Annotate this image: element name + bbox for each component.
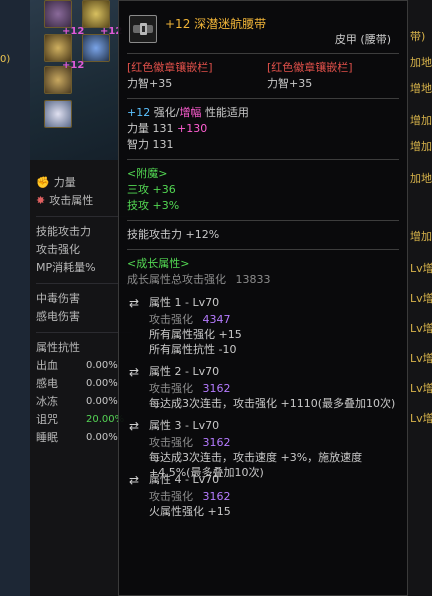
socket-stat: 力智+35 (127, 77, 173, 90)
shuffle-icon: ⇄ (129, 473, 140, 487)
skill-attack-line: 技能攻击力 +12% (127, 228, 220, 241)
right-panel-text: 增地 (410, 82, 432, 95)
growth-attack-line: 攻击强化 3162 (149, 436, 231, 449)
belt-icon (129, 15, 157, 43)
sidebar-label: 0) (0, 54, 11, 65)
equip-slot-icon[interactable] (44, 34, 72, 62)
growth-attribute-title: ⇄ 属性 2 - Lv70 (129, 365, 220, 379)
growth-section: <成长属性> 成长属性总攻击强化 13833 ⇄ 属性 1 - Lv70 攻击强… (127, 256, 399, 519)
enchant-header: <附魔> (127, 167, 168, 180)
equip-slot-icon[interactable] (44, 100, 72, 128)
shuffle-icon: ⇄ (129, 419, 140, 433)
enhance-line: +12 强化/增幅 性能适用 (127, 106, 249, 119)
right-panel-text: 加地 (410, 172, 432, 185)
right-panel-text: Lv增 (410, 262, 432, 275)
enhance-tag: +12 (62, 26, 85, 37)
intelligence-line: 智力 131 (127, 138, 174, 151)
growth-attribute: ⇄ 属性 4 - Lv70 攻击强化 3162 火属性强化 +15 (127, 471, 399, 519)
growth-attack-line: 攻击强化 4347 (149, 313, 231, 326)
item-name: +12 深潜迷航腰带 (165, 17, 267, 31)
right-panel-text: 增加 (410, 230, 432, 243)
growth-attack-line: 攻击强化 3162 (149, 382, 231, 395)
growth-attribute-title: ⇄ 属性 3 - Lv70 (129, 419, 220, 433)
tooltip-header: +12 深潜迷航腰带 皮甲 (腰带) (127, 7, 399, 47)
strength-icon: ✊ (36, 176, 50, 189)
right-panel-text: 增加 (410, 140, 432, 153)
socket-slot: [红色徽章镶嵌栏] 力智+35 (267, 60, 397, 92)
right-panel-text: Lv增 (410, 382, 432, 395)
equip-slot-icon[interactable] (82, 34, 110, 62)
divider (127, 98, 399, 99)
divider (127, 159, 399, 160)
growth-effect-line: 每达成3次连击，攻击强化 +1110(最多叠加10次) (149, 397, 396, 410)
socket-label: [红色徽章镶嵌栏] (127, 61, 213, 74)
growth-total: 成长属性总攻击强化 13833 (127, 273, 271, 286)
right-panel-text: Lv增 (410, 352, 432, 365)
growth-attribute-title: ⇄ 属性 4 - Lv70 (129, 473, 220, 487)
divider (127, 220, 399, 221)
growth-effect-line: 火属性强化 +15 (149, 505, 231, 518)
growth-header: <成长属性> (127, 257, 190, 270)
enhance-section: +12 强化/增幅 性能适用 力量 131 +130 智力 131 (127, 105, 399, 153)
left-sidebar: 0) (0, 0, 30, 596)
right-panel-text: Lv增 (410, 412, 432, 425)
socket-section: [红色徽章镶嵌栏] 力智+35 [红色徽章镶嵌栏] 力智+35 (127, 60, 399, 92)
enchant-section: <附魔> 三攻 +36 技攻 +3% (127, 166, 399, 214)
shuffle-icon: ⇄ (129, 365, 140, 379)
item-tooltip: +12 深潜迷航腰带 皮甲 (腰带) [红色徽章镶嵌栏] 力智+35 [红色徽章… (118, 0, 408, 596)
attack-attribute-icon: ✸ (36, 194, 46, 207)
growth-attribute-title: ⇄ 属性 1 - Lv70 (129, 296, 220, 310)
strength-line: 力量 131 +130 (127, 122, 208, 135)
growth-effect-line: 每达成3次连击，攻击速度 +3%，施放速度 +4.5%(最多叠加10次) (149, 451, 363, 479)
right-panel-edge: 带) 加地 增地 增加 增加 加地 增加 Lv增 Lv增 Lv增 Lv增 Lv增… (408, 0, 432, 596)
equip-slot-icon[interactable] (44, 0, 72, 28)
growth-attack-line: 攻击强化 3162 (149, 490, 231, 503)
enchant-line: 技攻 +3% (127, 199, 180, 212)
item-type: 皮甲 (腰带) (334, 33, 391, 46)
equip-slot-icon[interactable] (82, 0, 110, 28)
enchant-line: 三攻 +36 (127, 183, 176, 196)
growth-effect-line: 所有属性抗性 -10 (149, 343, 237, 356)
socket-stat: 力智+35 (267, 77, 313, 90)
right-panel-text: 增加 (410, 114, 432, 127)
divider (127, 53, 399, 54)
growth-effect-line: 所有属性强化 +15 (149, 328, 242, 341)
enhance-tag: +12 (62, 60, 85, 71)
right-panel-text: 加地 (410, 56, 432, 69)
socket-label: [红色徽章镶嵌栏] (267, 61, 353, 74)
growth-attribute: ⇄ 属性 3 - Lv70 攻击强化 3162 每达成3次连击，攻击速度 +3%… (127, 417, 399, 479)
right-panel-text: Lv增 (410, 322, 432, 335)
divider (127, 249, 399, 250)
socket-slot: [红色徽章镶嵌栏] 力智+35 (127, 60, 257, 92)
growth-attribute: ⇄ 属性 2 - Lv70 攻击强化 3162 每达成3次连击，攻击强化 +11… (127, 363, 399, 411)
right-panel-text: 带) (410, 30, 426, 43)
growth-attribute: ⇄ 属性 1 - Lv70 攻击强化 4347 所有属性强化 +15 所有属性抗… (127, 294, 399, 357)
right-panel-text: Lv增 (410, 292, 432, 305)
shuffle-icon: ⇄ (129, 296, 140, 310)
